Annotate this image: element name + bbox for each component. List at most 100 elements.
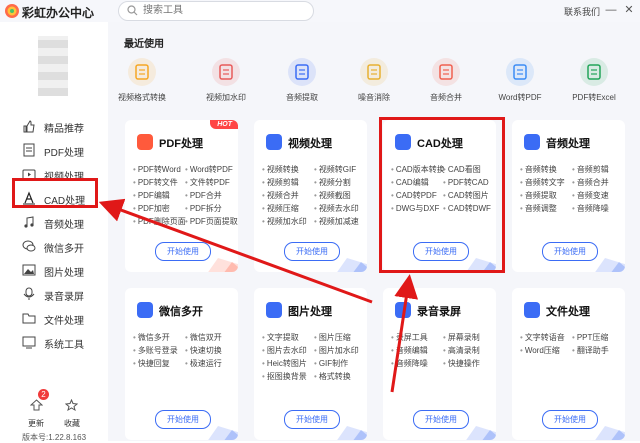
feature-item[interactable]: PDF删除页面 [133, 216, 193, 229]
decoration-illustration [466, 426, 496, 440]
tool-label: 音频提取 [286, 93, 318, 102]
recent-tool-5[interactable]: 音频合并 [410, 58, 482, 103]
tool-card-5[interactable]: 微信多开微信多开多账号登录快捷回复微信双开快速切换极速运行开始使用 [125, 288, 238, 440]
feature-item[interactable]: 极速运行 [185, 358, 238, 371]
feature-item[interactable]: PDF拆分 [185, 203, 238, 216]
tool-card-7[interactable]: 录音录屏录屏工具音频编辑音频降噪屏幕录制高清录制快捷操作开始使用 [383, 288, 496, 440]
feature-item[interactable]: GIF制作 [314, 358, 367, 371]
feature-item[interactable]: Word压缩 [520, 345, 580, 358]
feature-item[interactable]: 快捷回复 [133, 358, 193, 371]
feature-item[interactable]: 音频剪辑 [572, 164, 625, 177]
tool-label: 噪音消除 [358, 93, 390, 102]
recent-tool-6[interactable]: Word转PDF [484, 58, 556, 103]
feature-item[interactable]: PDF页面提取 [185, 216, 238, 229]
update-icon [30, 399, 43, 411]
feature-item[interactable]: PDF编辑 [133, 190, 193, 203]
feature-item[interactable]: Heic转图片 [262, 358, 322, 371]
search-input[interactable] [143, 3, 303, 17]
tool-label: Word转PDF [498, 93, 542, 102]
feature-item[interactable]: 图片去水印 [262, 345, 322, 358]
feature-item[interactable]: 多账号登录 [133, 345, 193, 358]
feature-item[interactable]: 音频转换 [520, 164, 580, 177]
feature-list-right: 视频转GIF视频分割视频截图视频去水印视频加减速 [314, 164, 367, 229]
feature-item[interactable]: 抠图换背景 [262, 371, 322, 384]
feature-item[interactable]: 音频降噪 [391, 358, 451, 371]
feature-item[interactable]: 文字转语音 [520, 332, 580, 345]
feature-item[interactable]: 视频加水印 [262, 216, 322, 229]
feature-item[interactable]: Word转PDF [185, 164, 238, 177]
update-button[interactable]: 更新 [28, 418, 44, 429]
pdf-icon [23, 143, 35, 157]
feature-item[interactable]: 视频压缩 [262, 203, 322, 216]
feature-item[interactable]: 视频转GIF [314, 164, 367, 177]
feature-item[interactable]: PPT压缩 [572, 332, 625, 345]
contact-us-link[interactable]: 联系我们 [564, 5, 600, 18]
feature-item[interactable]: PDF加密 [133, 203, 193, 216]
feature-item[interactable]: 视频截图 [314, 190, 367, 203]
recent-tool-3[interactable]: 音频提取 [266, 58, 338, 103]
avatar[interactable] [38, 36, 68, 96]
feature-item[interactable]: 文字提取 [262, 332, 322, 345]
thumbs-up-icon [23, 120, 35, 133]
feature-item[interactable]: 音频降噪 [572, 203, 625, 216]
feature-item[interactable]: 微信双开 [185, 332, 238, 345]
tool-card-1[interactable]: PDF处理HOTPDF转WordPDF转文件PDF编辑PDF加密PDF删除页面W… [125, 120, 238, 272]
feature-list-right: 图片压缩图片加水印GIF制作格式转换 [314, 332, 367, 384]
feature-item[interactable]: 音频提取 [520, 190, 580, 203]
feature-item[interactable]: 翻译助手 [572, 345, 625, 358]
feature-list-right: 微信双开快速切换极速运行 [185, 332, 238, 371]
feature-item[interactable]: PDF转Word [133, 164, 193, 177]
tool-icon [128, 58, 156, 86]
feature-item[interactable]: 音频变速 [572, 190, 625, 203]
card-title: 录音录屏 [417, 306, 461, 318]
favorites-button[interactable]: 收藏 [64, 418, 80, 429]
tool-card-8[interactable]: 文件处理文字转语音Word压缩PPT压缩翻译助手开始使用 [512, 288, 625, 440]
tool-card-6[interactable]: 图片处理文字提取图片去水印Heic转图片抠图换背景图片压缩图片加水印GIF制作格… [254, 288, 367, 440]
recent-tool-7[interactable]: PDF转Excel [558, 58, 630, 103]
feature-item[interactable]: PDF合并 [185, 190, 238, 203]
search-box[interactable] [118, 1, 314, 21]
sidebar-item-label: 录音录屏 [44, 292, 84, 303]
feature-item[interactable]: 屏幕录制 [443, 332, 496, 345]
sidebar-item-label: 精品推荐 [44, 124, 84, 135]
sidebar-item-label: 图片处理 [44, 268, 84, 279]
minimize-button[interactable]: — [604, 3, 618, 17]
tool-card-4[interactable]: 音频处理音频转换音频转文字音频提取音频调整音频剪辑音频合并音频变速音频降噪开始使… [512, 120, 625, 272]
feature-item[interactable]: 视频去水印 [314, 203, 367, 216]
recent-tool-2[interactable]: 视频加水印 [190, 58, 262, 103]
feature-item[interactable]: 快捷操作 [443, 358, 496, 371]
record-icon [23, 287, 35, 300]
feature-item[interactable]: 高清录制 [443, 345, 496, 358]
hot-badge: HOT [210, 120, 238, 129]
feature-item[interactable]: 格式转换 [314, 371, 367, 384]
recent-tool-4[interactable]: 噪音消除 [338, 58, 410, 103]
close-button[interactable]: ✕ [622, 3, 636, 17]
recent-tool-1[interactable]: 视频格式转换 [106, 58, 178, 103]
feature-item[interactable]: 音频转文字 [520, 177, 580, 190]
feature-list-left: PDF转WordPDF转文件PDF编辑PDF加密PDF删除页面 [133, 164, 193, 229]
tool-label: 音频合并 [430, 93, 462, 102]
feature-item[interactable]: 文件转PDF [185, 177, 238, 190]
feature-item[interactable]: 微信多开 [133, 332, 193, 345]
title-bar: 彩虹办公中心 联系我们 — ✕ [0, 0, 640, 22]
feature-item[interactable]: 图片加水印 [314, 345, 367, 358]
feature-item[interactable]: 视频剪辑 [262, 177, 322, 190]
feature-item[interactable]: 录屏工具 [391, 332, 451, 345]
feature-list-left: 微信多开多账号登录快捷回复 [133, 332, 193, 371]
feature-item[interactable]: 音频调整 [520, 203, 580, 216]
feature-list-right: 音频剪辑音频合并音频变速音频降噪 [572, 164, 625, 216]
feature-item[interactable]: 视频分割 [314, 177, 367, 190]
feature-item[interactable]: 音频合并 [572, 177, 625, 190]
system-icon [22, 336, 36, 349]
feature-item[interactable]: PDF转文件 [133, 177, 193, 190]
tool-label: 视频加水印 [206, 93, 246, 102]
feature-item[interactable]: 视频转换 [262, 164, 322, 177]
feature-item[interactable]: 视频合并 [262, 190, 322, 203]
feature-item[interactable]: 快速切换 [185, 345, 238, 358]
feature-item[interactable]: 视频加减速 [314, 216, 367, 229]
feature-item[interactable]: 图片压缩 [314, 332, 367, 345]
feature-list-left: 录屏工具音频编辑音频降噪 [391, 332, 451, 371]
feature-item[interactable]: 音频编辑 [391, 345, 451, 358]
tool-card-2[interactable]: 视频处理视频转换视频剪辑视频合并视频压缩视频加水印视频转GIF视频分割视频截图视… [254, 120, 367, 272]
feature-list-left: 文字提取图片去水印Heic转图片抠图换背景 [262, 332, 322, 384]
